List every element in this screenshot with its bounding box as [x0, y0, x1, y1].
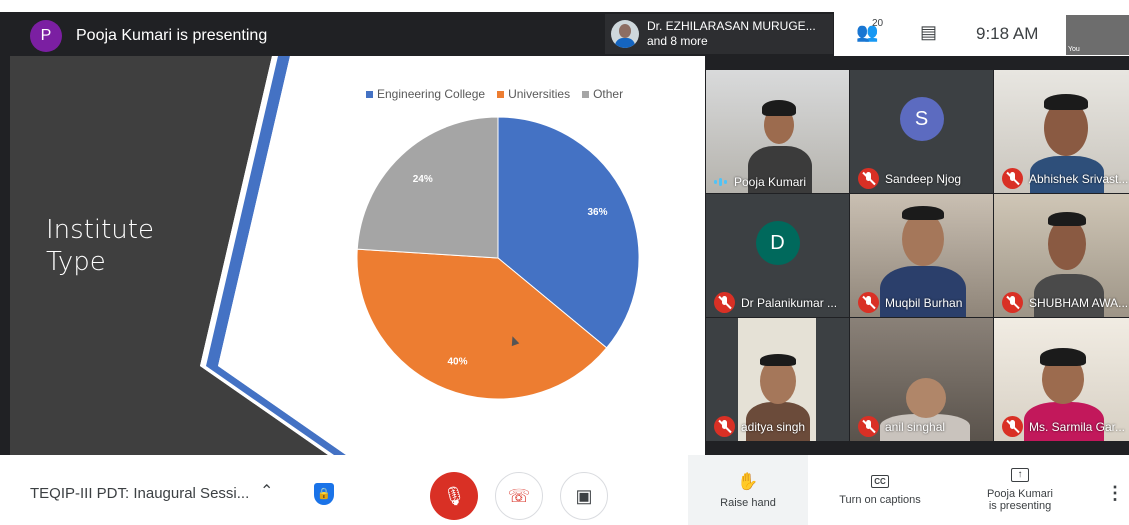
speaking-indicator-icon	[714, 178, 728, 186]
chevron-up-icon[interactable]: ⌃	[260, 481, 273, 501]
slide-title-line2: Type	[46, 247, 106, 277]
slide-title: Institute Type	[46, 214, 154, 278]
top-bar: P Pooja Kumari is presenting Dr. EZHILAR…	[0, 0, 1129, 56]
mic-toggle-button[interactable]: 🎙	[430, 472, 478, 520]
presenting-line2: is presenting	[988, 500, 1052, 512]
participant-tile[interactable]: D Dr Palanikumar ...	[706, 194, 849, 317]
mic-off-icon	[1002, 416, 1023, 437]
participant-avatar: D	[755, 221, 800, 266]
participant-avatar: S	[899, 97, 944, 142]
captions-button[interactable]: CC Turn on captions	[820, 455, 940, 525]
host-name: Dr. EZHILARASAN MURUGE...	[647, 19, 816, 33]
pie-data-label: 24%	[413, 174, 433, 185]
mic-off-icon	[714, 416, 735, 437]
participant-tile[interactable]: Pooja Kumari	[706, 70, 849, 193]
presenting-line1: Pooja Kumari	[986, 488, 1054, 500]
more-options-icon[interactable]: ⋮	[1106, 483, 1124, 504]
security-shield-icon[interactable]: 🔒	[314, 483, 334, 505]
chart-legend: Engineering College Universities Other	[366, 87, 623, 101]
chat-icon[interactable]: ▤	[920, 22, 937, 43]
participant-name: aditya singh	[741, 419, 806, 434]
top-right-panel: 👥 20 ▤ 9:18 AM You	[834, 12, 1129, 56]
legend-swatch	[366, 90, 373, 98]
meeting-title[interactable]: TEQIP-III PDT: Inaugural Sessi...	[30, 485, 249, 502]
participant-name: anil singhal	[885, 419, 946, 434]
mic-off-icon	[1002, 168, 1023, 189]
host-text: Dr. EZHILARASAN MURUGE... and 8 more	[647, 19, 816, 49]
legend-label: Universities	[508, 87, 571, 101]
pie-data-label: 40%	[448, 356, 468, 367]
mic-off-icon	[714, 292, 735, 313]
slide-title-line1: Institute	[46, 215, 154, 245]
hang-up-icon: ☏	[507, 485, 531, 506]
present-screen-icon: ↑	[1011, 468, 1029, 482]
host-more: and 8 more	[647, 34, 708, 48]
raise-hand-label: Raise hand	[720, 496, 776, 509]
participant-name: Ms. Sarmila Gar...	[1029, 419, 1126, 434]
hand-icon: ✋	[737, 471, 759, 491]
captions-icon: CC	[871, 474, 889, 488]
leave-call-button[interactable]: ☏	[495, 472, 543, 520]
participant-tile[interactable]: Ms. Sarmila Gar...	[994, 318, 1129, 441]
participant-tile[interactable]: aditya singh	[706, 318, 849, 441]
captions-label: Turn on captions	[839, 493, 921, 506]
legend-item: Universities	[497, 87, 570, 101]
mic-off-icon	[858, 292, 879, 313]
mic-off-icon: 🎙	[442, 485, 466, 506]
mic-off-icon	[858, 416, 879, 437]
participant-tile[interactable]: anil singhal	[850, 318, 993, 441]
camera-icon: ▣	[575, 485, 593, 506]
participant-grid: Pooja Kumari S Sandeep Njog Abhishek Sri…	[706, 70, 1129, 444]
pie-slice	[356, 116, 499, 259]
legend-item: Other	[582, 87, 623, 101]
camera-toggle-button[interactable]: ▣	[560, 472, 608, 520]
legend-label: Other	[593, 87, 624, 101]
participant-name: Pooja Kumari	[734, 175, 807, 189]
mic-off-icon	[858, 168, 879, 189]
mic-off-icon	[1002, 292, 1023, 313]
presenting-label: Pooja Kumari is presenting	[76, 27, 268, 44]
participant-name: SHUBHAM AWA...	[1029, 295, 1129, 310]
clock: 9:18 AM	[976, 24, 1039, 43]
host-avatar	[611, 20, 639, 48]
legend-label: Engineering College	[377, 87, 486, 101]
presenter-chip[interactable]: P Pooja Kumari is presenting	[30, 20, 267, 52]
participant-name: Abhishek Srivast...	[1029, 171, 1129, 186]
self-label: You	[1068, 46, 1080, 53]
host-chip[interactable]: Dr. EZHILARASAN MURUGE... and 8 more	[605, 14, 833, 54]
self-view-tile[interactable]: You	[1066, 15, 1129, 55]
presenting-button[interactable]: ↑ Pooja Kumari is presenting	[960, 455, 1080, 525]
pie-chart: 36% 40% 24%	[356, 116, 640, 400]
legend-item: Engineering College	[366, 87, 485, 101]
participant-name: Dr Palanikumar ...	[741, 295, 838, 310]
participant-name: Sandeep Njog	[885, 171, 962, 186]
participant-tile[interactable]: S Sandeep Njog	[850, 70, 993, 193]
pie-data-label: 36%	[588, 207, 608, 218]
people-count: 20	[872, 18, 884, 29]
bottom-bar: TEQIP-III PDT: Inaugural Sessi... ⌃ 🔒 🎙 …	[0, 455, 1129, 525]
raise-hand-button[interactable]: ✋ Raise hand	[688, 455, 808, 525]
meet-window: P Pooja Kumari is presenting Dr. EZHILAR…	[0, 0, 1129, 525]
presenter-avatar: P	[30, 20, 62, 52]
participant-name: Muqbil Burhan	[885, 295, 963, 310]
participant-tile[interactable]: SHUBHAM AWA...	[994, 194, 1129, 317]
participant-tile[interactable]: Muqbil Burhan	[850, 194, 993, 317]
legend-swatch	[582, 90, 590, 98]
presentation-slide: Institute Type Engineering College Univer…	[10, 56, 705, 455]
top-strip	[0, 0, 1129, 12]
legend-swatch	[497, 90, 505, 98]
participant-tile[interactable]: Abhishek Srivast...	[994, 70, 1129, 193]
